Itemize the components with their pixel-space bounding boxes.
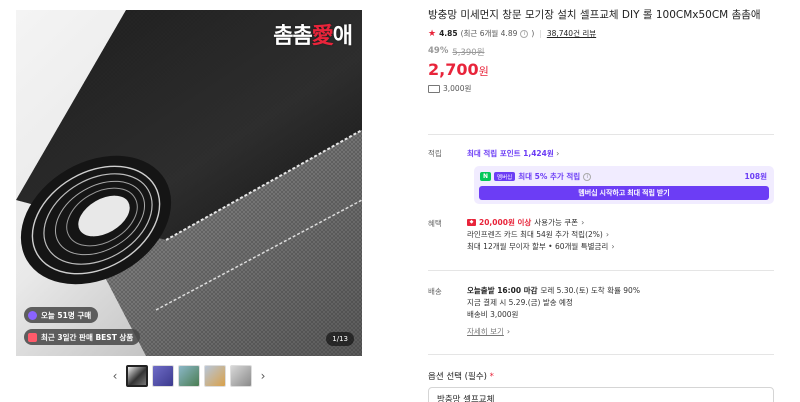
product-summary: 방충망 미세먼지 창문 모기장 설치 셀프교체 DIY 롤 100CMx50CM…: [428, 8, 774, 94]
shipping-fee-row: 3,000원: [428, 83, 774, 94]
shipping-detail-link[interactable]: 자세히 보기 ›: [467, 325, 640, 337]
brand-logo: 촘촘愛애: [273, 24, 353, 49]
divider: [428, 354, 774, 355]
benefits-list: ◆ 20,000원 이상 사용가능 쿠폰 › 라인프렌즈 카드 최대 54원 추…: [467, 216, 615, 252]
divider: [428, 270, 774, 271]
product-main-image[interactable]: 촘촘愛애 오늘 51명 구매 최근 3일간 판매 BEST 상품 1/13: [16, 10, 362, 356]
best-seller-badge: 최근 3일간 판매 BEST 상품: [24, 329, 141, 345]
info-icon[interactable]: i: [520, 29, 529, 38]
product-title: 방충망 미세먼지 창문 모기장 설치 셀프교체 DIY 롤 100CMx50CM…: [428, 9, 761, 21]
coupon-line[interactable]: ◆ 20,000원 이상 사용가능 쿠폰 ›: [467, 216, 615, 228]
chevron-right-icon: ›: [611, 241, 615, 251]
start-membership-button[interactable]: 멤버십 시작하고 최대 적립 받기: [479, 186, 769, 200]
max-points-link[interactable]: 최대 적립 포인트 1,424원 ›: [467, 148, 559, 159]
extra-rate: 최대 5% 추가 적립: [518, 172, 581, 181]
sale-price: 2,700원: [428, 60, 489, 79]
people-icon: [28, 310, 37, 320]
thumbnail-strip: ‹ ›: [108, 364, 270, 388]
bag-icon: [28, 332, 37, 342]
rating-score: 4.85: [439, 29, 458, 38]
option-label: 옵션 선택 (필수) *: [428, 372, 494, 382]
discount-rate: 49%: [428, 46, 449, 56]
installment-line[interactable]: 최대 12개월 무이자 할부 • 60개월 특별금리 ›: [467, 240, 615, 252]
chevron-right-icon: ›: [581, 217, 585, 227]
original-price: 5,390원: [452, 48, 485, 58]
coupon-icon: ◆: [467, 218, 476, 226]
chevron-right-icon: ›: [556, 149, 560, 158]
thumbnail-4[interactable]: [204, 365, 226, 387]
chevron-right-icon: ›: [506, 326, 511, 336]
required-mark: *: [489, 372, 494, 382]
dispatch-line: 지금 결제 시 5.29.(금) 발송 예정: [467, 297, 573, 307]
image-counter: 1/13: [326, 332, 354, 346]
thumbnail-3[interactable]: [178, 365, 200, 387]
divider: [428, 134, 774, 135]
star-icon: ★: [428, 28, 437, 39]
truck-icon: [428, 84, 440, 93]
purchase-count-badge: 오늘 51명 구매: [24, 307, 99, 323]
review-count-link[interactable]: 38,740건 리뷰: [547, 28, 596, 39]
membership-badge: 멤버십: [494, 172, 516, 181]
card-benefit-line[interactable]: 라인프렌즈 카드 최대 54원 추가 적립(2%) ›: [467, 228, 615, 240]
thumbnail-5[interactable]: [230, 365, 252, 387]
extra-points-line: N 멤버십 최대 5% 추가 적립 i: [480, 171, 592, 182]
membership-points-box: N 멤버십 최대 5% 추가 적립 i 108원 멤버십 시작하고 최대 적립 …: [474, 166, 774, 204]
today-ship-line: 오늘출발 16:00 마감 모레 5.30.(토) 도착 확률 90%: [467, 285, 640, 295]
shipping-label: 배송: [428, 287, 442, 296]
rating-detail-end: ): [531, 29, 535, 38]
rating-row: ★ 4.85 (최근 6개월 4.89 i ) | 38,740건 리뷰: [428, 28, 774, 39]
points-label: 적립: [428, 149, 442, 158]
rating-detail: (최근 6개월 4.89: [460, 29, 518, 38]
thumbnail-next-icon[interactable]: ›: [256, 364, 270, 388]
divider: |: [539, 29, 542, 38]
npay-badge: N: [480, 172, 492, 181]
thumbnail-1[interactable]: [126, 365, 148, 387]
chevron-right-icon: ›: [605, 229, 610, 239]
thumbnail-prev-icon[interactable]: ‹: [108, 364, 122, 388]
info-icon[interactable]: i: [583, 172, 592, 181]
mesh-roll-illustration: [16, 10, 362, 356]
shipping-detail: 오늘출발 16:00 마감 모레 5.30.(토) 도착 확률 90% 지금 결…: [467, 284, 640, 337]
benefits-label: 혜택: [428, 219, 442, 228]
thumbnail-2[interactable]: [152, 365, 174, 387]
discount-row: 49% 5,390원: [428, 46, 774, 58]
option-select[interactable]: 방충망 셀프교체: [428, 387, 774, 402]
shipping-fee: 배송비 3,000원: [467, 309, 519, 319]
extra-amount: 108원: [744, 172, 767, 181]
